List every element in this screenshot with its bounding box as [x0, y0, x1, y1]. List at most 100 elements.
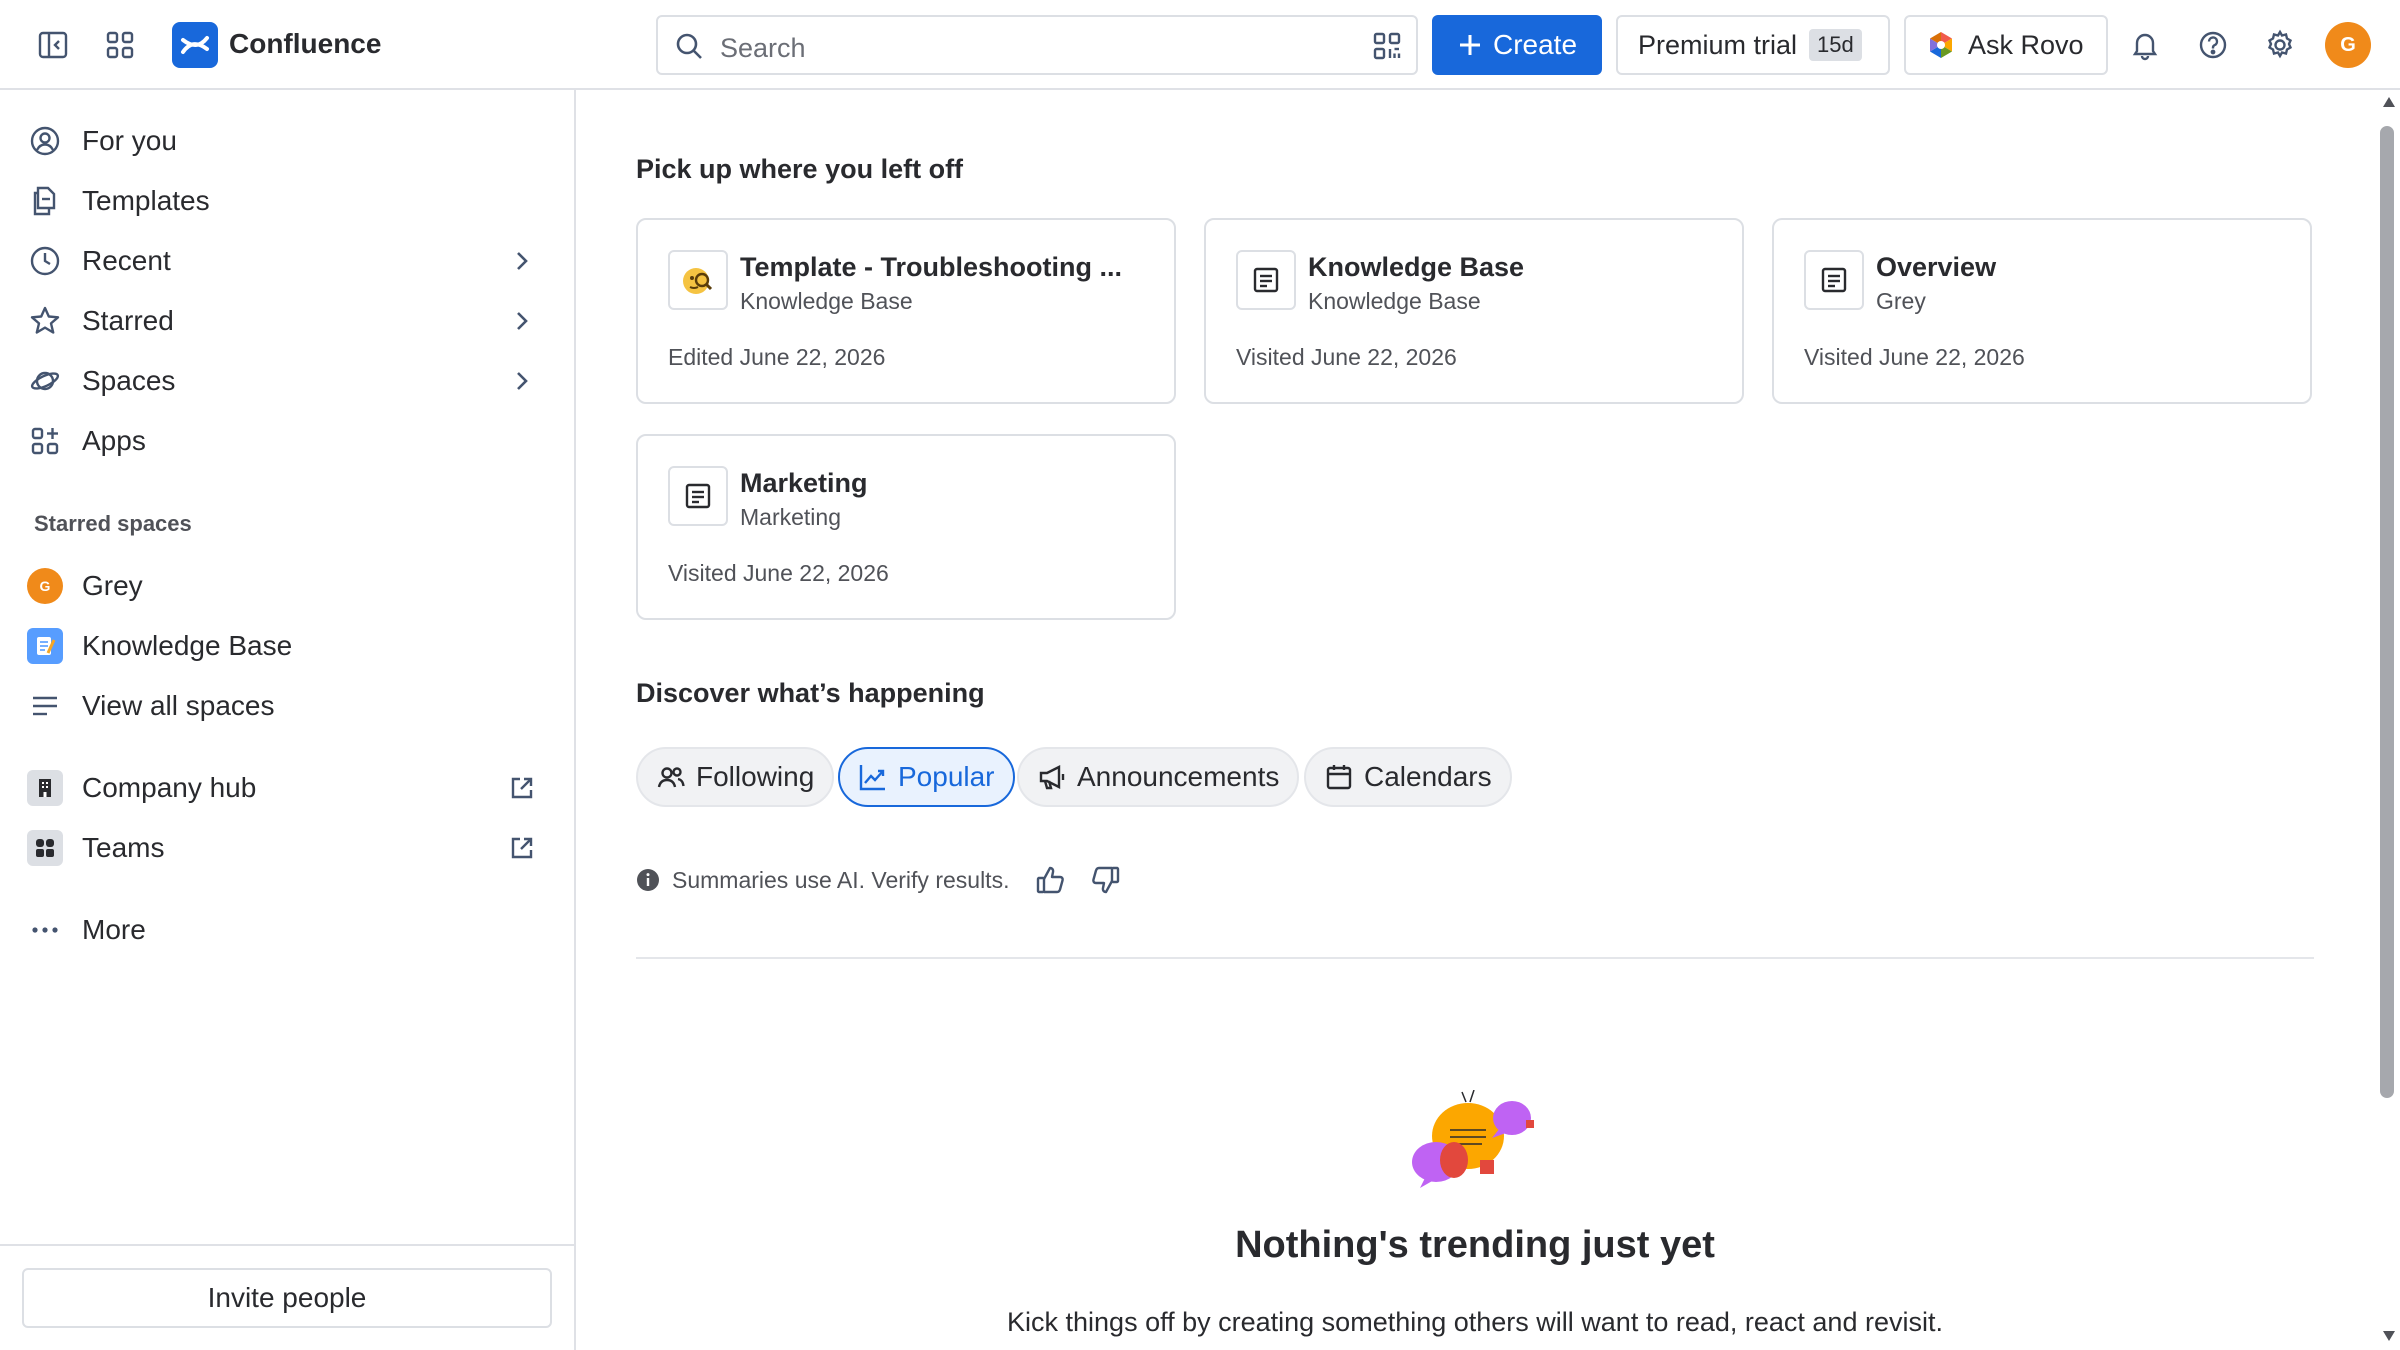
chevron-right-icon[interactable]: [508, 247, 536, 275]
sidebar-item-for-you[interactable]: For you: [20, 113, 550, 169]
user-avatar[interactable]: G: [2325, 22, 2371, 68]
notepad-icon: [27, 628, 63, 664]
card-meta: Visited June 22, 2026: [1804, 344, 2025, 370]
card-title: Knowledge Base: [1308, 252, 1525, 282]
pickup-heading: Pick up where you left off: [636, 154, 964, 184]
rovo-icon: [1930, 32, 1952, 58]
sidebar-item-starred[interactable]: Starred: [20, 293, 550, 349]
starred-spaces-heading: Starred spaces: [34, 511, 192, 536]
card-meta: Visited June 22, 2026: [1236, 344, 1457, 370]
ask-rovo-button[interactable]: Ask Rovo: [1904, 15, 2108, 75]
external-link-icon: [508, 774, 536, 802]
tab-popular[interactable]: Popular: [838, 747, 1015, 807]
sidebar-item-label: Templates: [82, 185, 210, 216]
tab-label: Calendars: [1364, 761, 1492, 792]
invite-people-button[interactable]: Invite people: [22, 1268, 552, 1328]
recent-card[interactable]: Marketing Marketing Visited June 22, 202…: [636, 434, 1176, 620]
empty-state-title: Nothing's trending just yet: [1235, 1224, 1715, 1266]
top-navigation: Confluence Search Create Premium trial 1…: [0, 0, 2400, 90]
recent-card[interactable]: Knowledge Base Knowledge Base Visited Ju…: [1204, 218, 1744, 404]
sidebar-item-spaces[interactable]: Spaces: [20, 353, 550, 409]
sidebar-item-label: Recent: [82, 245, 171, 276]
sidebar-item-company-hub[interactable]: Company hub: [20, 760, 550, 816]
chevron-right-icon[interactable]: [508, 307, 536, 335]
thumbs-up-icon[interactable]: [1035, 864, 1067, 896]
settings-gear-icon[interactable]: [2258, 23, 2302, 67]
plus-icon: [1459, 35, 1480, 55]
sidebar-item-label: Apps: [82, 425, 146, 456]
calendar-icon: [1326, 765, 1352, 790]
card-title: Overview: [1876, 252, 1997, 282]
scrollbar-thumb[interactable]: [2380, 126, 2394, 1098]
user-circle-icon: [20, 125, 70, 157]
card-space: Knowledge Base: [740, 288, 913, 314]
tab-label: Popular: [898, 761, 995, 792]
divider: [636, 957, 2314, 959]
thumbs-down-icon[interactable]: [1089, 864, 1121, 896]
create-label: Create: [1492, 29, 1578, 60]
sidebar: For you Templates Recent Starred Spaces …: [0, 90, 576, 1350]
search-icon: [676, 33, 702, 59]
confluence-logo-icon[interactable]: [172, 22, 218, 68]
chevron-right-icon[interactable]: [508, 367, 536, 395]
more-dots-icon: [20, 914, 70, 946]
card-title: Marketing: [740, 468, 868, 498]
people-icon: [657, 767, 685, 788]
recent-card[interactable]: Overview Grey Visited June 22, 2026: [1772, 218, 2312, 404]
scroll-up-arrow-icon[interactable]: [2382, 96, 2396, 108]
app-switcher-icon[interactable]: [98, 23, 142, 67]
sidebar-item-label: More: [82, 914, 146, 945]
list-icon: [20, 690, 70, 722]
sidebar-item-label: Spaces: [82, 365, 176, 396]
sidebar-toggle-icon[interactable]: [31, 23, 75, 67]
search-input[interactable]: Search: [656, 15, 1418, 75]
sidebar-item-label: For you: [82, 125, 177, 156]
sidebar-item-teams[interactable]: Teams: [20, 820, 550, 876]
sidebar-space-knowledge-base[interactable]: Knowledge Base: [20, 618, 550, 674]
chat-bubbles-illustration: [1410, 1090, 1540, 1190]
card-meta: Edited June 22, 2026: [668, 344, 886, 370]
card-space: Grey: [1876, 288, 1926, 314]
app-name[interactable]: Confluence: [229, 28, 381, 60]
star-icon: [20, 305, 70, 337]
help-icon[interactable]: [2191, 23, 2235, 67]
tab-label: Announcements: [1077, 761, 1280, 792]
discover-heading: Discover what’s happening: [636, 678, 985, 708]
sidebar-space-grey[interactable]: G Grey: [20, 558, 550, 614]
sidebar-item-apps[interactable]: Apps: [20, 413, 550, 469]
templates-icon: [20, 185, 70, 217]
main-content: Pick up where you left off Template - Tr…: [578, 90, 2378, 1350]
planet-icon: [20, 365, 70, 397]
sidebar-item-label: Company hub: [82, 772, 257, 803]
teams-icon: [27, 830, 63, 866]
clock-icon: [20, 245, 70, 277]
sidebar-item-templates[interactable]: Templates: [20, 173, 550, 229]
trial-days-badge: 15d: [1809, 29, 1862, 61]
sidebar-item-label: Teams: [82, 832, 165, 863]
recent-card[interactable]: Template - Troubleshooting ... Knowledge…: [636, 218, 1176, 404]
megaphone-icon: [1039, 765, 1065, 790]
tab-announcements[interactable]: Announcements: [1017, 747, 1300, 807]
invite-section: Invite people: [0, 1244, 574, 1350]
qr-scan-icon[interactable]: [1372, 31, 1402, 61]
page-icon: [1804, 250, 1864, 310]
trending-chart-icon: [859, 765, 885, 791]
notifications-bell-icon[interactable]: [2123, 23, 2167, 67]
tab-calendars[interactable]: Calendars: [1304, 747, 1512, 807]
page-icon: [668, 466, 728, 526]
sidebar-item-view-all-spaces[interactable]: View all spaces: [20, 678, 550, 734]
page-icon: [1236, 250, 1296, 310]
create-button[interactable]: Create: [1432, 15, 1602, 75]
sidebar-space-label: Knowledge Base: [82, 630, 293, 661]
building-icon: [27, 770, 63, 806]
sidebar-item-more[interactable]: More: [20, 902, 550, 958]
sidebar-item-recent[interactable]: Recent: [20, 233, 550, 289]
ai-notice-text: Summaries use AI. Verify results.: [672, 866, 1010, 893]
search-placeholder: Search: [720, 33, 806, 63]
card-space: Knowledge Base: [1308, 288, 1481, 314]
scroll-down-arrow-icon[interactable]: [2382, 1330, 2396, 1342]
premium-trial-button[interactable]: Premium trial 15d: [1616, 15, 1890, 75]
tab-following[interactable]: Following: [636, 747, 835, 807]
premium-trial-label: Premium trial: [1638, 29, 1798, 60]
sidebar-item-label: View all spaces: [82, 690, 275, 721]
